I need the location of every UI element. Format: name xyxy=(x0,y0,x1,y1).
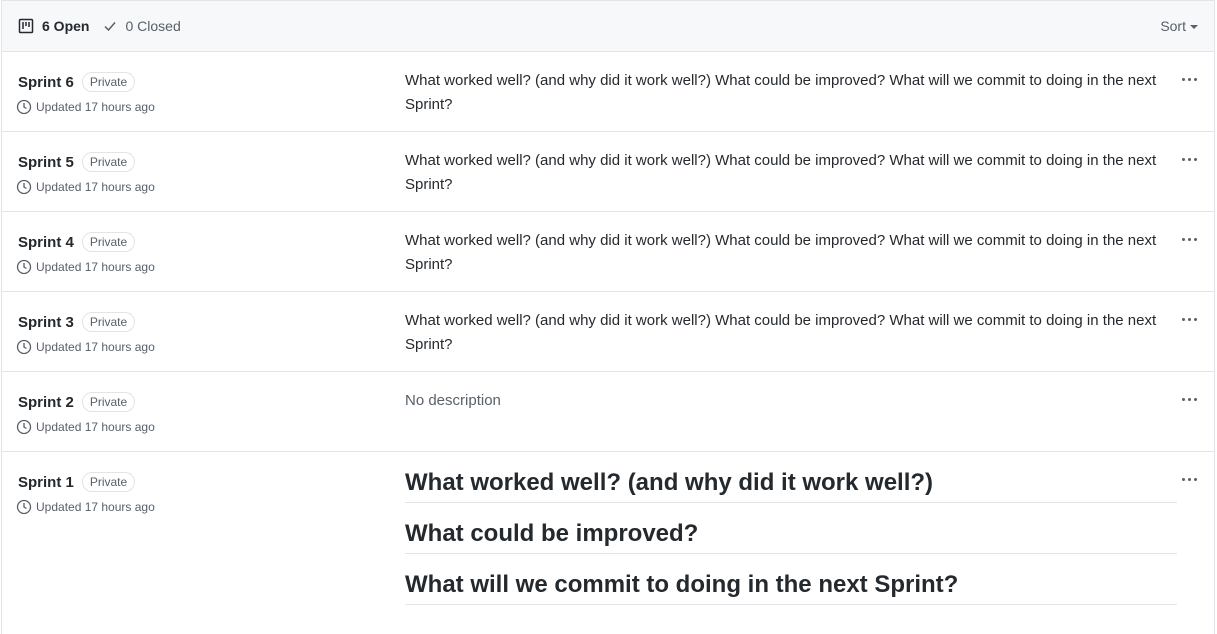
clock-icon xyxy=(16,419,32,435)
projects-panel: 6 Open 0 Closed Sort Sprint 6 Private Up… xyxy=(1,0,1215,634)
private-badge: Private xyxy=(81,312,136,332)
project-description: What worked well? (and why did it work w… xyxy=(405,72,1157,113)
project-row: Sprint 6 Private Updated 17 hours ago Wh… xyxy=(2,52,1214,132)
updated-text: Updated 17 hours ago xyxy=(36,500,155,514)
closed-count-label: 0 Closed xyxy=(125,18,181,34)
updated-info: Updated 17 hours ago xyxy=(16,339,155,355)
description-heading: What worked well? (and why did it work w… xyxy=(405,468,1177,503)
kebab-horizontal-icon[interactable] xyxy=(1180,312,1198,322)
open-projects-tab[interactable]: 6 Open xyxy=(18,18,89,34)
open-count-label: 6 Open xyxy=(42,18,90,34)
kebab-horizontal-icon[interactable] xyxy=(1180,152,1198,162)
clock-icon xyxy=(16,99,32,115)
updated-info: Updated 17 hours ago xyxy=(16,259,155,275)
updated-text: Updated 17 hours ago xyxy=(36,100,155,114)
caret-down-icon xyxy=(1190,25,1198,29)
description-heading: What could be improved? xyxy=(405,519,1177,554)
updated-text: Updated 17 hours ago xyxy=(36,420,155,434)
project-name-link[interactable]: Sprint 5 xyxy=(18,154,74,171)
check-icon xyxy=(104,22,117,32)
updated-info: Updated 17 hours ago xyxy=(16,499,155,515)
description-heading: What will we commit to doing in the next… xyxy=(405,570,1177,605)
kebab-horizontal-icon[interactable] xyxy=(1180,232,1198,242)
clock-icon xyxy=(16,259,32,275)
updated-info: Updated 17 hours ago xyxy=(16,419,155,435)
project-board-icon xyxy=(18,18,34,34)
clock-icon xyxy=(16,339,32,355)
kebab-horizontal-icon[interactable] xyxy=(1180,392,1198,402)
updated-info: Updated 17 hours ago xyxy=(16,179,155,195)
sort-label: Sort xyxy=(1160,18,1186,34)
project-description: What worked well? (and why did it work w… xyxy=(405,152,1157,193)
kebab-horizontal-icon[interactable] xyxy=(1180,472,1198,482)
project-name-link[interactable]: Sprint 4 xyxy=(18,234,74,251)
updated-text: Updated 17 hours ago xyxy=(36,340,155,354)
project-row: Sprint 2 Private Updated 17 hours ago No… xyxy=(2,372,1214,452)
project-name-link[interactable]: Sprint 6 xyxy=(18,74,74,91)
project-description: No description xyxy=(405,392,501,409)
kebab-horizontal-icon[interactable] xyxy=(1180,72,1198,82)
project-description: What worked well? (and why did it work w… xyxy=(405,232,1157,273)
clock-icon xyxy=(16,179,32,195)
private-badge: Private xyxy=(81,472,136,492)
private-badge: Private xyxy=(81,232,136,252)
project-name-link[interactable]: Sprint 1 xyxy=(18,474,74,491)
project-row: Sprint 5 Private Updated 17 hours ago Wh… xyxy=(2,132,1214,212)
project-row: Sprint 1 Private Updated 17 hours ago Wh… xyxy=(2,452,1214,634)
closed-projects-tab[interactable]: 0 Closed xyxy=(103,18,181,34)
project-row: Sprint 4 Private Updated 17 hours ago Wh… xyxy=(2,212,1214,292)
private-badge: Private xyxy=(81,152,136,172)
project-name-link[interactable]: Sprint 2 xyxy=(18,394,74,411)
project-name-link[interactable]: Sprint 3 xyxy=(18,314,74,331)
projects-header: 6 Open 0 Closed Sort xyxy=(2,1,1214,52)
private-badge: Private xyxy=(81,72,136,92)
private-badge: Private xyxy=(81,392,136,412)
project-row: Sprint 3 Private Updated 17 hours ago Wh… xyxy=(2,292,1214,372)
project-description: What worked well? (and why did it work w… xyxy=(405,312,1157,353)
sort-dropdown[interactable]: Sort xyxy=(1160,18,1198,34)
clock-icon xyxy=(16,499,32,515)
updated-text: Updated 17 hours ago xyxy=(36,180,155,194)
updated-text: Updated 17 hours ago xyxy=(36,260,155,274)
project-description-markdown: What worked well? (and why did it work w… xyxy=(405,468,1177,621)
updated-info: Updated 17 hours ago xyxy=(16,99,155,115)
